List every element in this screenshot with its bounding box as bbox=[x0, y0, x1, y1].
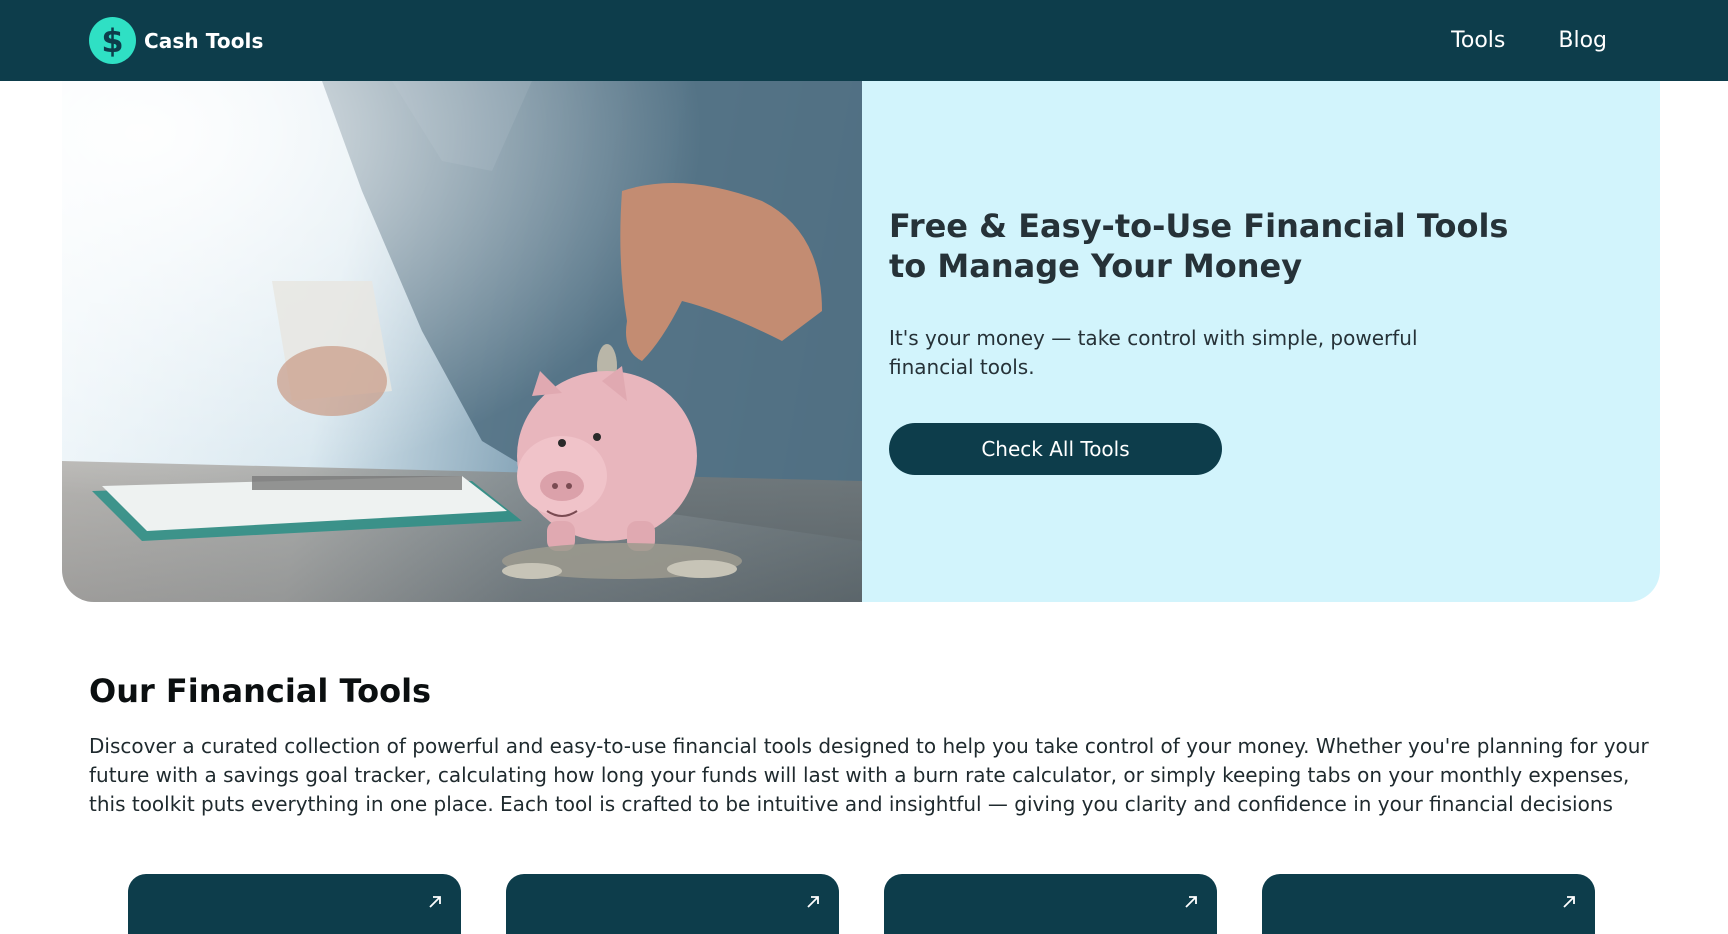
tools-section-description: Discover a curated collection of powerfu… bbox=[89, 734, 1649, 816]
arrow-up-right-icon bbox=[807, 896, 819, 908]
tool-card-1[interactable] bbox=[128, 874, 461, 934]
nav-link-blog[interactable]: Blog bbox=[1558, 28, 1607, 53]
nav-links: Tools Blog bbox=[1451, 0, 1607, 81]
arrow-up-right-icon bbox=[1185, 896, 1197, 908]
nav-link-tools[interactable]: Tools bbox=[1451, 28, 1505, 53]
dollar-logo-icon: $ bbox=[89, 17, 136, 64]
tool-cards bbox=[0, 874, 1728, 934]
hero-banner: Free & Easy-to-Use Financial Tools to Ma… bbox=[62, 81, 1660, 602]
hero-subtitle: It's your money — take control with simp… bbox=[889, 326, 1418, 379]
brand-name: Cash Tools bbox=[144, 28, 264, 53]
tool-card-4[interactable] bbox=[1262, 874, 1595, 934]
tool-card-2[interactable] bbox=[506, 874, 839, 934]
tools-section-title: Our Financial Tools bbox=[89, 672, 432, 710]
hero-title: Free & Easy-to-Use Financial Tools to Ma… bbox=[889, 207, 1509, 285]
hero-image bbox=[62, 81, 862, 602]
top-navbar: $ Cash Tools Tools Blog bbox=[0, 0, 1728, 81]
arrow-up-right-icon bbox=[1563, 896, 1575, 908]
brand-home-link[interactable]: $ Cash Tools bbox=[89, 17, 264, 64]
check-all-tools-button[interactable]: Check All Tools bbox=[889, 423, 1222, 475]
arrow-up-right-icon bbox=[429, 896, 441, 908]
hero-text-panel: Free & Easy-to-Use Financial Tools to Ma… bbox=[862, 81, 1660, 602]
piggy-bank-illustration bbox=[62, 81, 862, 602]
tool-card-3[interactable] bbox=[884, 874, 1217, 934]
